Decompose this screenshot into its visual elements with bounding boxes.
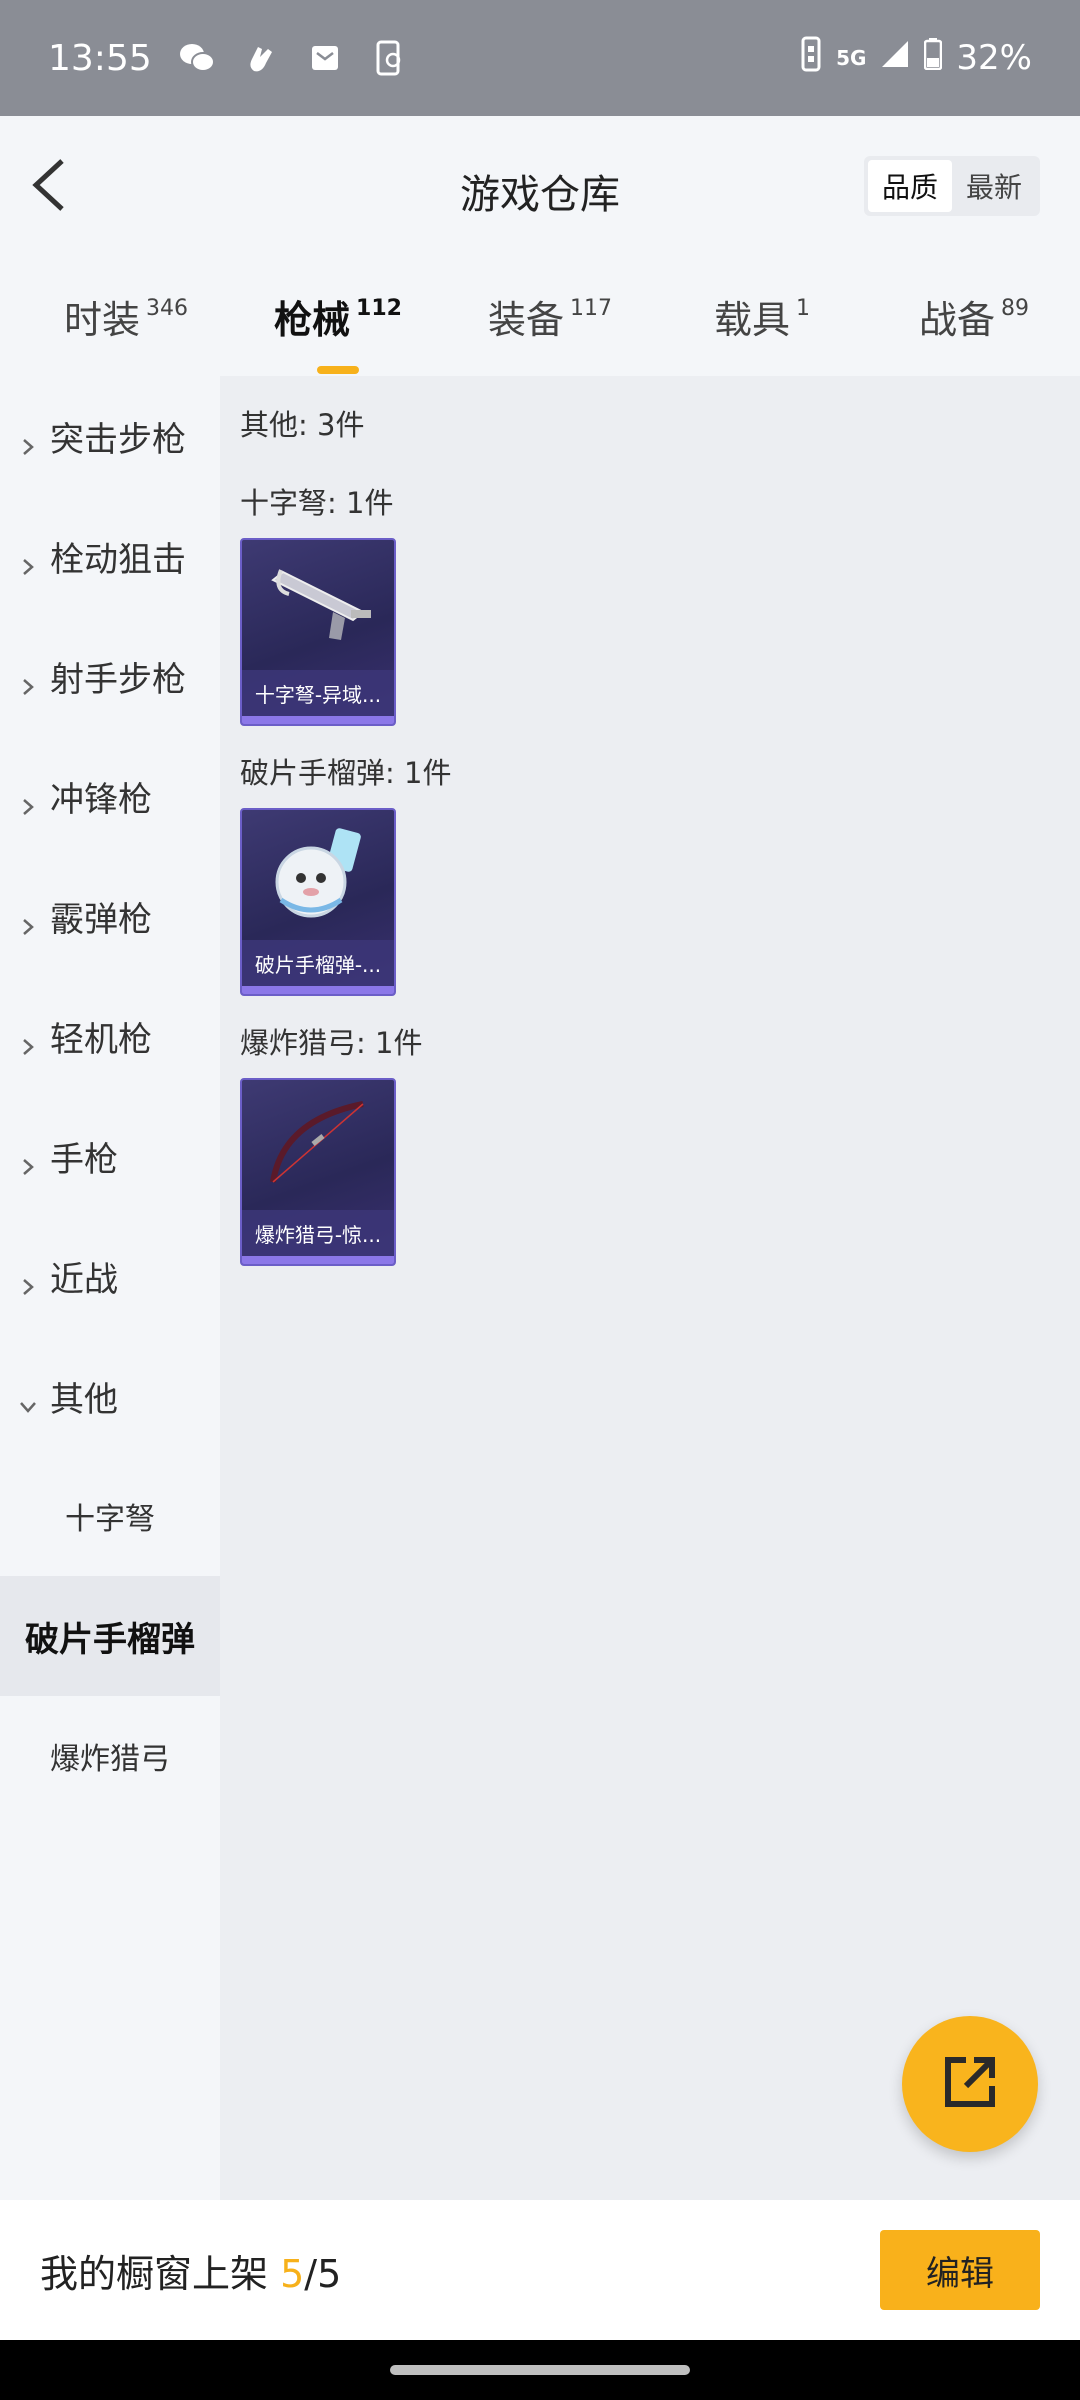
chevron-right-icon: [18, 1146, 38, 1175]
edit-button[interactable]: 编辑: [880, 2230, 1040, 2310]
category-tabs: 时装 346 枪械 112 装备 117 载具 1 战备 89: [0, 256, 1080, 376]
tab-vehicles[interactable]: 载具 1: [656, 289, 868, 344]
home-gesture-handle[interactable]: [390, 2365, 690, 2375]
group-title-crossbow: 十字弩: 1件: [240, 486, 394, 520]
chevron-right-icon: [18, 1026, 38, 1055]
sidebar-item-assault-rifle[interactable]: 突击步枪: [0, 376, 220, 496]
item-card-label: 爆炸猎弓-惊...: [242, 1210, 394, 1256]
chevron-right-icon: [18, 546, 38, 575]
share-fab-button[interactable]: [902, 2016, 1038, 2152]
tab-fashion[interactable]: 时装 346: [20, 289, 232, 344]
vibrate-icon: [800, 36, 822, 81]
tab-supplies[interactable]: 战备 89: [868, 289, 1080, 344]
sort-quality[interactable]: 品质: [868, 160, 952, 212]
battery-percent: 32%: [956, 38, 1032, 78]
crossbow-art-icon: [242, 540, 394, 670]
hand-icon: [242, 39, 280, 77]
sidebar-item-other[interactable]: 其他: [0, 1336, 220, 1456]
showcase-bar: 我的橱窗上架 5/5 编辑: [0, 2200, 1080, 2340]
item-list: 其他: 3件 十字弩: 1件 十字弩-异域... 破片手榴弹: 1件 破片手榴弹…: [220, 376, 1080, 2200]
item-card-frag-grenade[interactable]: 破片手榴弹-...: [240, 808, 396, 996]
chevron-right-icon: [18, 1266, 38, 1295]
status-bar: 13:55 5G 32%: [0, 0, 1080, 116]
battery-icon: [924, 37, 943, 79]
chevron-right-icon: [18, 426, 38, 455]
group-title-frag-grenade: 破片手榴弹: 1件: [240, 756, 452, 790]
chevron-right-icon: [18, 666, 38, 695]
chevron-right-icon: [18, 786, 38, 815]
mail-icon: [306, 39, 344, 77]
sidebar-item-pistol[interactable]: 手枪: [0, 1096, 220, 1216]
rarity-bar: [242, 716, 394, 724]
item-card-crossbow[interactable]: 十字弩-异域...: [240, 538, 396, 726]
sidebar-item-bolt-sniper[interactable]: 栓动狙击: [0, 496, 220, 616]
sort-toggle: 品质 最新: [864, 156, 1040, 216]
external-link-icon: [942, 2054, 998, 2114]
sidebar-subitem-explosive-bow[interactable]: 爆炸猎弓: [0, 1696, 220, 1816]
rarity-bar: [242, 986, 394, 994]
signal-icon: [880, 38, 910, 78]
group-title-explosive-bow: 爆炸猎弓: 1件: [240, 1026, 423, 1060]
sidebar-subitem-crossbow[interactable]: 十字弩: [0, 1456, 220, 1576]
item-card-explosive-bow[interactable]: 爆炸猎弓-惊...: [240, 1078, 396, 1266]
sidebar-item-marksman-rifle[interactable]: 射手步枪: [0, 616, 220, 736]
status-time: 13:55: [48, 37, 152, 79]
tab-active-indicator: [317, 365, 359, 374]
showcase-status: 我的橱窗上架 5/5: [40, 2251, 342, 2296]
app-header: 游戏仓库 品质 最新: [0, 116, 1080, 256]
system-nav-bar: [0, 2340, 1080, 2400]
rarity-bar: [242, 1256, 394, 1264]
sidebar-item-shotgun[interactable]: 霰弹枪: [0, 856, 220, 976]
sort-newest[interactable]: 最新: [952, 160, 1036, 212]
showcase-count: 5: [280, 2251, 305, 2296]
grenade-art-icon: [242, 810, 394, 940]
item-card-label: 十字弩-异域...: [242, 670, 394, 716]
wechat-icon: [178, 39, 216, 77]
chevron-down-icon: [18, 1386, 38, 1413]
tab-firearms[interactable]: 枪械 112: [232, 289, 444, 374]
sidebar-subitem-frag-grenade[interactable]: 破片手榴弹: [0, 1576, 220, 1696]
sidebar-item-smg[interactable]: 冲锋枪: [0, 736, 220, 856]
tab-equipment[interactable]: 装备 117: [444, 289, 656, 344]
bow-art-icon: [242, 1080, 394, 1210]
item-card-label: 破片手榴弹-...: [242, 940, 394, 986]
category-summary: 其他: 3件: [240, 408, 365, 442]
sidebar-item-melee[interactable]: 近战: [0, 1216, 220, 1336]
weapon-category-sidebar: 突击步枪 栓动狙击 射手步枪 冲锋枪 霰弹枪 轻机枪 手枪 近战 其他 十字弩 …: [0, 376, 220, 2200]
network-type: 5G: [836, 46, 867, 70]
chevron-right-icon: [18, 906, 38, 935]
phone-sync-icon: [370, 39, 408, 77]
sidebar-item-lmg[interactable]: 轻机枪: [0, 976, 220, 1096]
